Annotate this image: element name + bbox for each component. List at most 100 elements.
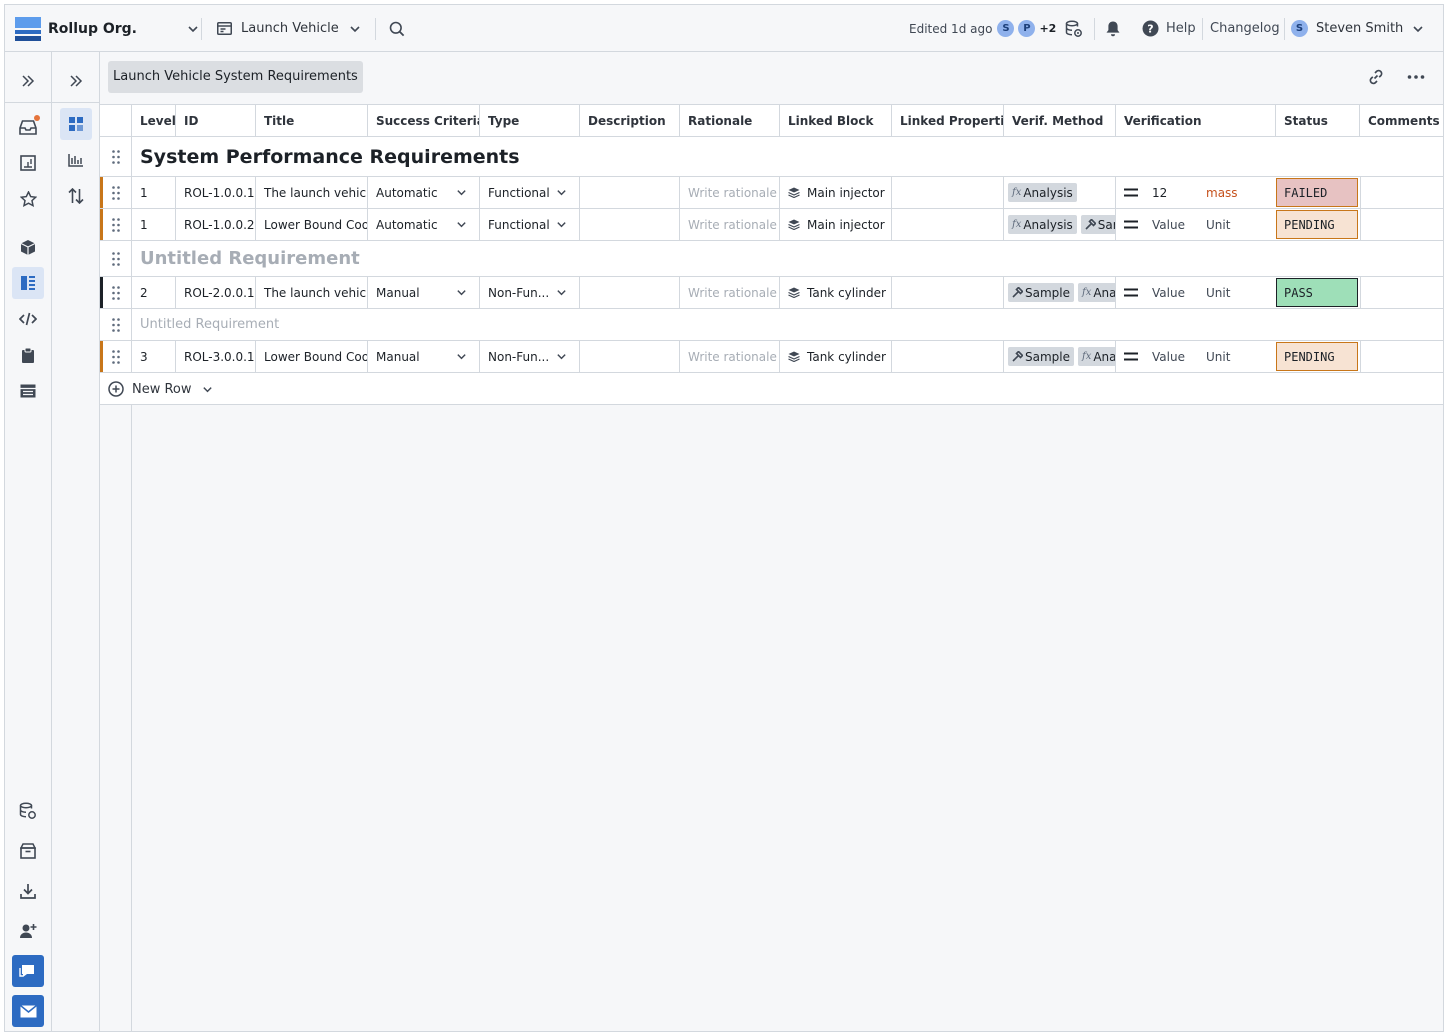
section-title[interactable]: System Performance Requirements [140, 137, 520, 177]
type-select[interactable]: Functional [480, 209, 580, 240]
description-cell[interactable] [580, 277, 680, 308]
linked-properties-cell[interactable] [892, 177, 1004, 208]
column-header-success-criteria[interactable]: Success Criteria [368, 105, 480, 137]
comments-cell[interactable] [1360, 209, 1443, 240]
code-button[interactable] [12, 303, 44, 335]
verification-unit[interactable]: Unit [1206, 218, 1230, 232]
success-criteria-select[interactable]: Automatic [368, 177, 480, 208]
invite-user-button[interactable] [12, 915, 44, 947]
type-select[interactable]: Functional [480, 177, 580, 208]
linked-properties-cell[interactable] [892, 209, 1004, 240]
blocks-button[interactable] [12, 231, 44, 263]
email-button[interactable] [12, 995, 44, 1027]
user-menu[interactable]: S Steven Smith [1291, 5, 1424, 52]
more-options-button[interactable] [1407, 74, 1425, 80]
rationale-input[interactable]: Write rationale [680, 341, 780, 372]
verification-unit[interactable]: Unit [1206, 350, 1230, 364]
verification-value[interactable]: Value [1152, 350, 1206, 364]
verification-cell[interactable]: Value Unit [1116, 277, 1276, 308]
success-criteria-select[interactable]: Manual [368, 341, 480, 372]
notifications-button[interactable] [1105, 5, 1121, 52]
column-header-rationale[interactable]: Rationale [680, 105, 780, 137]
help-button[interactable]: ? Help [1142, 5, 1196, 52]
method-tag[interactable]: Sample [1008, 347, 1074, 366]
title-cell[interactable]: Lower Bound Coolir [256, 341, 368, 372]
id-cell[interactable]: ROL-3.0.0.1. [176, 341, 256, 372]
changelog-link[interactable]: Changelog [1210, 5, 1280, 52]
document-title[interactable]: Launch Vehicle System Requirements [108, 61, 363, 93]
method-tag[interactable]: fxAnaly [1078, 283, 1115, 302]
column-header-verification[interactable]: Verification [1116, 105, 1276, 137]
drag-handle[interactable] [100, 309, 132, 340]
verification-unit[interactable]: mass [1206, 186, 1238, 200]
type-select[interactable]: Non-Fun... [480, 341, 580, 372]
edited-info[interactable]: Edited 1d ago S P +2 [909, 5, 1056, 52]
database-button[interactable] [1065, 5, 1083, 52]
section-title[interactable]: Untitled Requirement [140, 241, 360, 277]
column-header-title[interactable]: Title [256, 105, 368, 137]
verif-method-cell[interactable]: fx Analysis [1004, 177, 1116, 208]
drag-handle[interactable] [100, 277, 132, 308]
success-criteria-select[interactable]: Manual [368, 277, 480, 308]
method-tag[interactable]: fxAnaly [1078, 347, 1115, 366]
status-badge[interactable]: PASS [1276, 278, 1358, 307]
verification-unit[interactable]: Unit [1206, 286, 1230, 300]
linked-block-cell[interactable]: Tank cylinder [780, 277, 892, 308]
column-header-id[interactable]: ID [176, 105, 256, 137]
table-row[interactable]: 3 ROL-3.0.0.1. Lower Bound Coolir Manual… [100, 341, 1443, 373]
tables-button[interactable] [12, 375, 44, 407]
id-cell[interactable]: ROL-1.0.0.2. [176, 209, 256, 240]
description-cell[interactable] [580, 341, 680, 372]
expand-sidebar-button[interactable] [12, 65, 44, 97]
sort-button[interactable] [60, 180, 92, 212]
column-header-linked-block[interactable]: Linked Block [780, 105, 892, 137]
chart-view-button[interactable] [60, 144, 92, 176]
search-button[interactable] [389, 5, 405, 52]
description-cell[interactable] [580, 177, 680, 208]
rationale-input[interactable]: Write rationale [680, 209, 780, 240]
verification-value[interactable]: Value [1152, 286, 1206, 300]
id-cell[interactable]: ROL-2.0.0.1. [176, 277, 256, 308]
method-tag[interactable]: fx Analysis [1008, 215, 1077, 234]
rationale-input[interactable]: Write rationale [680, 277, 780, 308]
verification-value[interactable]: 12 [1152, 186, 1206, 200]
verif-method-cell[interactable]: fxAnalysis San [1004, 209, 1116, 240]
drag-handle[interactable] [100, 241, 132, 276]
verification-cell[interactable]: 12 mass [1116, 177, 1276, 208]
dashboard-button[interactable] [12, 147, 44, 179]
level-cell[interactable]: 1 [132, 177, 176, 208]
status-badge[interactable]: FAILED [1276, 178, 1358, 207]
verif-method-cell[interactable]: Sample fxAnaly [1004, 277, 1116, 308]
success-criteria-select[interactable]: Automatic [368, 209, 480, 240]
level-cell[interactable]: 2 [132, 277, 176, 308]
table-row[interactable]: 2 ROL-2.0.0.1. The launch vehicle Manual… [100, 277, 1443, 309]
favorites-button[interactable] [12, 183, 44, 215]
drag-handle[interactable] [100, 177, 132, 208]
column-header-comments[interactable]: Comments [1360, 105, 1443, 137]
column-header-description[interactable]: Description [580, 105, 680, 137]
copy-link-button[interactable] [1367, 68, 1385, 86]
id-cell[interactable]: ROL-1.0.0.1. [176, 177, 256, 208]
expand-panel-button[interactable] [60, 65, 92, 97]
level-cell[interactable]: 3 [132, 341, 176, 372]
comments-cell[interactable] [1360, 177, 1443, 208]
description-cell[interactable] [580, 209, 680, 240]
column-header-linked-properties[interactable]: Linked Properties [892, 105, 1004, 137]
method-tag[interactable]: fx Analysis [1008, 183, 1077, 202]
verification-cell[interactable]: Value Unit [1116, 209, 1276, 240]
archive-button[interactable] [12, 835, 44, 867]
linked-block-cell[interactable]: Main injector [780, 209, 892, 240]
feedback-button[interactable] [12, 955, 44, 987]
title-cell[interactable]: Lower Bound Coolir [256, 209, 368, 240]
status-badge[interactable]: PENDING [1276, 210, 1358, 239]
section-title[interactable]: Untitled Requirement [140, 309, 279, 341]
status-badge[interactable]: PENDING [1276, 342, 1358, 371]
org-switcher[interactable]: Rollup Org. [15, 5, 199, 52]
rationale-input[interactable]: Write rationale [680, 177, 780, 208]
reports-button[interactable] [12, 339, 44, 371]
data-sources-button[interactable] [12, 795, 44, 827]
workspace-switcher[interactable]: Launch Vehicle [217, 5, 361, 52]
comments-cell[interactable] [1360, 341, 1443, 372]
comments-cell[interactable] [1360, 277, 1443, 308]
inbox-button[interactable] [12, 111, 44, 143]
